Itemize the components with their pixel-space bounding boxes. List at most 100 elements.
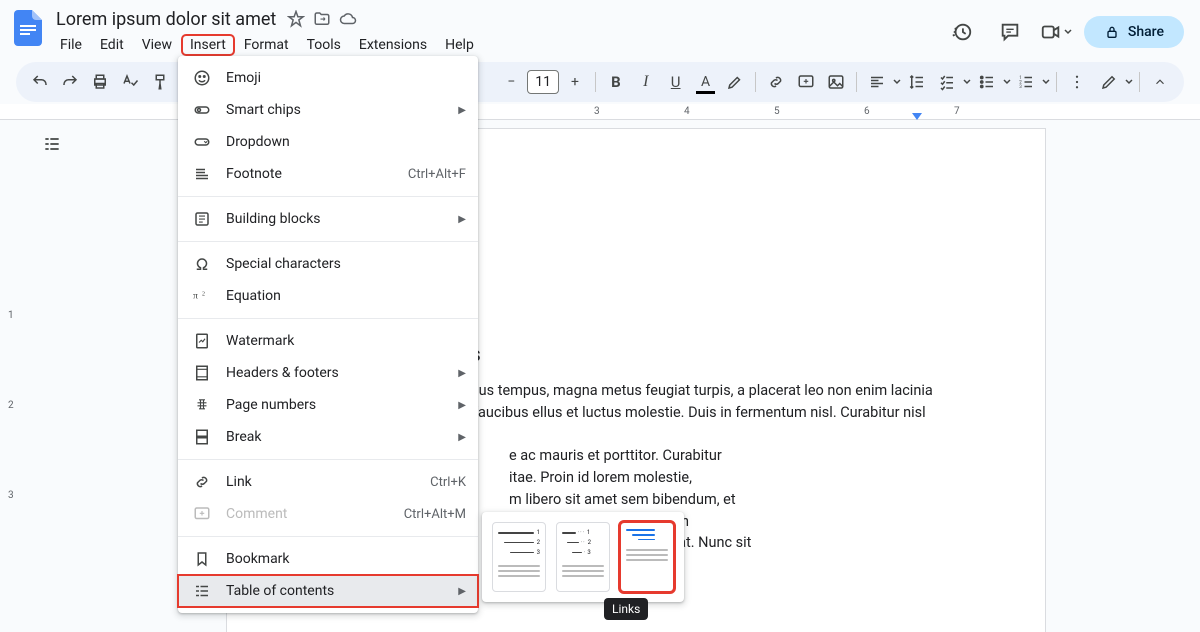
underline-button[interactable]: U	[662, 68, 690, 96]
undo-icon[interactable]	[26, 68, 54, 96]
chevron-down-icon[interactable]	[893, 78, 901, 86]
italic-button[interactable]: I	[632, 68, 660, 96]
menu-item-link[interactable]: LinkCtrl+K	[178, 466, 478, 498]
insert-menu-popup: EmojiSmart chips▶DropdownFootnoteCtrl+Al…	[178, 56, 478, 613]
move-to-folder-icon[interactable]	[312, 9, 332, 29]
font-size-decrease[interactable]: −	[497, 68, 525, 96]
bookmark-icon	[192, 550, 212, 568]
checklist-button[interactable]	[933, 68, 961, 96]
chevron-down-icon[interactable]	[1003, 78, 1011, 86]
vertical-ruler[interactable]: 1 2 3	[0, 120, 32, 632]
insert-image-icon[interactable]	[822, 68, 850, 96]
menu-item-building-blocks[interactable]: Building blocks▶	[178, 203, 478, 235]
lock-icon	[1104, 24, 1120, 40]
equation-icon: π2	[192, 289, 212, 303]
document-outline-icon[interactable]	[38, 130, 66, 158]
add-comment-icon[interactable]	[792, 68, 820, 96]
menu-help[interactable]: Help	[437, 35, 482, 55]
menu-item-smart-chips[interactable]: Smart chips▶	[178, 94, 478, 126]
menu-item-page-numbers[interactable]: Page numbers▶	[178, 389, 478, 421]
menu-format[interactable]: Format	[236, 35, 297, 55]
editing-mode-button[interactable]	[1095, 68, 1123, 96]
title-and-menus: Lorem ipsum dolor sit amet File Edit Vie…	[48, 6, 944, 58]
bulleted-list-button[interactable]	[973, 68, 1001, 96]
share-label: Share	[1128, 24, 1164, 40]
chevron-right-icon: ▶	[458, 432, 466, 443]
more-options-icon[interactable]	[1063, 68, 1091, 96]
chevron-right-icon: ▶	[458, 586, 466, 597]
document-title[interactable]: Lorem ipsum dolor sit amet	[52, 9, 280, 30]
link-icon	[192, 473, 212, 491]
menu-item-toc[interactable]: Table of contents▶	[178, 575, 478, 607]
menu-item-special-chars[interactable]: Special characters	[178, 248, 478, 280]
ruler-indent-marker[interactable]	[912, 113, 922, 120]
left-sidebar	[32, 120, 72, 632]
menu-item-emoji[interactable]: Emoji	[178, 62, 478, 94]
menu-tools[interactable]: Tools	[299, 35, 349, 55]
align-button[interactable]	[863, 68, 891, 96]
special-chars-icon	[192, 255, 212, 273]
share-button[interactable]: Share	[1084, 16, 1184, 48]
line-spacing-button[interactable]	[903, 68, 931, 96]
menubar: File Edit View Insert Format Tools Exten…	[52, 32, 944, 58]
watermark-icon	[192, 332, 212, 350]
version-history-icon[interactable]	[944, 14, 980, 50]
footnote-icon	[192, 165, 212, 183]
menu-extensions[interactable]: Extensions	[351, 35, 435, 55]
menu-insert[interactable]: Insert	[182, 35, 234, 55]
chevron-down-icon[interactable]	[1042, 78, 1050, 86]
toc-option-plain[interactable]: 1 2 3	[492, 522, 546, 592]
menu-item-comment[interactable]: CommentCtrl+Alt+M	[178, 498, 478, 530]
paint-format-icon[interactable]	[146, 68, 174, 96]
meet-button[interactable]	[1040, 14, 1072, 50]
toc-submenu-popup: 1 2 3 ···1 ··2 ·3	[482, 512, 684, 602]
dropdown-icon	[192, 133, 212, 151]
building-blocks-icon	[192, 210, 212, 228]
emoji-icon	[192, 69, 212, 87]
cloud-status-icon[interactable]	[338, 9, 358, 29]
headers-footers-icon	[192, 364, 212, 382]
toc-option-links[interactable]	[620, 522, 674, 592]
menu-item-equation[interactable]: π2Equation	[178, 280, 478, 312]
open-comments-icon[interactable]	[992, 14, 1028, 50]
menu-file[interactable]: File	[52, 35, 90, 55]
break-icon	[192, 428, 212, 446]
svg-text:2: 2	[202, 291, 205, 297]
chevron-down-icon[interactable]	[963, 78, 971, 86]
svg-text:3: 3	[1020, 84, 1023, 90]
spellcheck-icon[interactable]	[116, 68, 144, 96]
chevron-right-icon: ▶	[458, 368, 466, 379]
redo-icon[interactable]	[56, 68, 84, 96]
tooltip-links: Links	[604, 598, 648, 620]
print-icon[interactable]	[86, 68, 114, 96]
smart-chips-icon	[192, 101, 212, 119]
app-header: Lorem ipsum dolor sit amet File Edit Vie…	[0, 0, 1200, 60]
toc-icon	[192, 582, 212, 600]
font-size-input[interactable]: 11	[527, 70, 559, 94]
insert-link-icon[interactable]	[762, 68, 790, 96]
menu-item-headers-footers[interactable]: Headers & footers▶	[178, 357, 478, 389]
numbered-list-button[interactable]: 123	[1013, 68, 1041, 96]
hide-menus-icon[interactable]	[1146, 68, 1174, 96]
bold-button[interactable]: B	[602, 68, 630, 96]
chevron-right-icon: ▶	[458, 105, 466, 116]
menu-item-break[interactable]: Break▶	[178, 421, 478, 453]
menu-item-dropdown[interactable]: Dropdown	[178, 126, 478, 158]
chevron-right-icon: ▶	[458, 214, 466, 225]
chevron-right-icon: ▶	[458, 400, 466, 411]
svg-text:π: π	[193, 290, 198, 301]
chevron-down-icon[interactable]	[1125, 78, 1133, 86]
menu-view[interactable]: View	[134, 35, 180, 55]
toc-option-dotted[interactable]: ···1 ··2 ·3	[556, 522, 610, 592]
star-icon[interactable]	[286, 9, 306, 29]
text-color-button[interactable]: A	[692, 68, 720, 96]
font-size-increase[interactable]: +	[561, 68, 589, 96]
menu-item-bookmark[interactable]: Bookmark	[178, 543, 478, 575]
menu-item-watermark[interactable]: Watermark	[178, 325, 478, 357]
menu-edit[interactable]: Edit	[92, 35, 132, 55]
highlight-color-button[interactable]	[721, 68, 749, 96]
page-numbers-icon	[192, 396, 212, 414]
docs-logo[interactable]	[8, 8, 48, 48]
comment-icon	[192, 505, 212, 523]
menu-item-footnote[interactable]: FootnoteCtrl+Alt+F	[178, 158, 478, 190]
